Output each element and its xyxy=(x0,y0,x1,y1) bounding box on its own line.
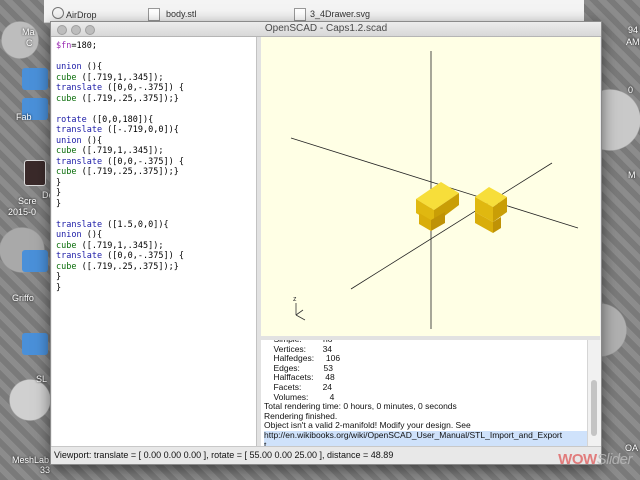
scrollbar-thumb[interactable] xyxy=(591,380,597,436)
viewport-canvas[interactable]: z xyxy=(261,37,600,336)
axis-gizmo: z xyxy=(293,296,306,321)
code-line[interactable]: union (){ xyxy=(56,230,256,241)
code-line[interactable]: } xyxy=(56,199,256,210)
axis-x xyxy=(350,162,553,290)
code-line[interactable]: union (){ xyxy=(56,62,256,73)
status-bar: Viewport: translate = [ 0.00 0.00 0.00 ]… xyxy=(51,446,601,464)
desktop-label: Griffo xyxy=(12,293,34,303)
code-line[interactable]: cube ([.719,.25,.375]);} xyxy=(56,94,256,105)
3d-viewport[interactable]: z xyxy=(261,37,600,336)
wowslider-watermark: WOWSlider xyxy=(558,451,632,468)
folder-icon[interactable] xyxy=(22,333,48,355)
desktop-label: 2015-0 xyxy=(8,207,37,217)
gizmo-z-label: z xyxy=(293,296,297,303)
code-line[interactable]: union (){ xyxy=(56,136,256,147)
folder-icon[interactable] xyxy=(22,250,48,272)
desktop-label: C xyxy=(26,38,33,48)
console-line: http://en.wikibooks.org/wiki/OpenSCAD_Us… xyxy=(264,430,587,441)
code-line[interactable]: } xyxy=(56,283,256,294)
code-editor[interactable]: $fn=180; union (){cube ([.719,1,.345]); tr… xyxy=(52,37,257,446)
openscad-window[interactable]: OpenSCAD - Caps1.2.scad $fn=180; union ()… xyxy=(50,21,602,465)
cap-part-1 xyxy=(416,182,459,231)
file-icon xyxy=(148,8,160,21)
desktop-label: SL xyxy=(36,374,48,384)
file-icon xyxy=(294,8,306,21)
window-titlebar[interactable]: OpenSCAD - Caps1.2.scad xyxy=(51,22,601,37)
desktop-label: Scre xyxy=(18,196,37,206)
console-scrollbar[interactable] xyxy=(587,340,601,446)
desktop-label: Fab xyxy=(16,112,32,122)
desktop-label: M xyxy=(628,170,636,180)
code-line[interactable] xyxy=(56,52,256,63)
watermark-part2: Slider xyxy=(596,451,633,468)
code-line[interactable]: translate ([1.5,0,0]){ xyxy=(56,220,256,231)
finder-sidebar-airdrop[interactable]: AirDrop xyxy=(66,10,97,20)
code-line[interactable]: translate ([0,0,-.375]) { xyxy=(56,251,256,262)
code-line[interactable]: rotate ([0,0,180]){ xyxy=(56,115,256,126)
code-line[interactable]: } xyxy=(56,272,256,283)
code-line[interactable]: translate ([0,0,-.375]) { xyxy=(56,157,256,168)
code-line[interactable]: cube ([.719,1,.345]); xyxy=(56,73,256,84)
desktop-label: Ma xyxy=(22,27,35,37)
code-line[interactable] xyxy=(56,209,256,220)
code-line[interactable]: $fn=180; xyxy=(56,41,256,52)
image-file-icon[interactable] xyxy=(24,160,46,186)
airdrop-icon xyxy=(52,7,64,19)
code-line[interactable]: } xyxy=(56,188,256,199)
code-line[interactable]: cube ([.719,1,.345]); xyxy=(56,146,256,157)
finder-window[interactable]: AirDrop body.stl 3_4Drawer.svg xyxy=(44,0,584,23)
code-line[interactable]: translate ([-.719,0,0]){ xyxy=(56,125,256,136)
finder-file-drawer[interactable]: 3_4Drawer.svg xyxy=(310,9,370,19)
desktop-label: 0 xyxy=(628,85,634,95)
code-line[interactable]: cube ([.719,1,.345]); xyxy=(56,241,256,252)
code-line[interactable]: } xyxy=(56,178,256,189)
watermark-part1: WOW xyxy=(558,451,597,468)
code-line[interactable]: cube ([.719,.25,.375]);} xyxy=(56,262,256,273)
desktop-label: MeshLab xyxy=(12,455,50,465)
console-output[interactable]: Simple: no Vertices: 34 Halfedges: 106 E… xyxy=(261,340,587,446)
code-line[interactable] xyxy=(56,104,256,115)
desktop-label: AM xyxy=(626,37,640,47)
code-line[interactable]: cube ([.719,.25,.375]);} xyxy=(56,167,256,178)
finder-file-body[interactable]: body.stl xyxy=(166,9,196,19)
folder-icon[interactable] xyxy=(22,68,48,90)
window-title: OpenSCAD - Caps1.2.scad xyxy=(264,23,388,34)
desktop-label: 94 xyxy=(628,25,639,35)
desktop-label: 33 xyxy=(40,465,51,475)
code-line[interactable]: translate ([0,0,-.375]) { xyxy=(56,83,256,94)
